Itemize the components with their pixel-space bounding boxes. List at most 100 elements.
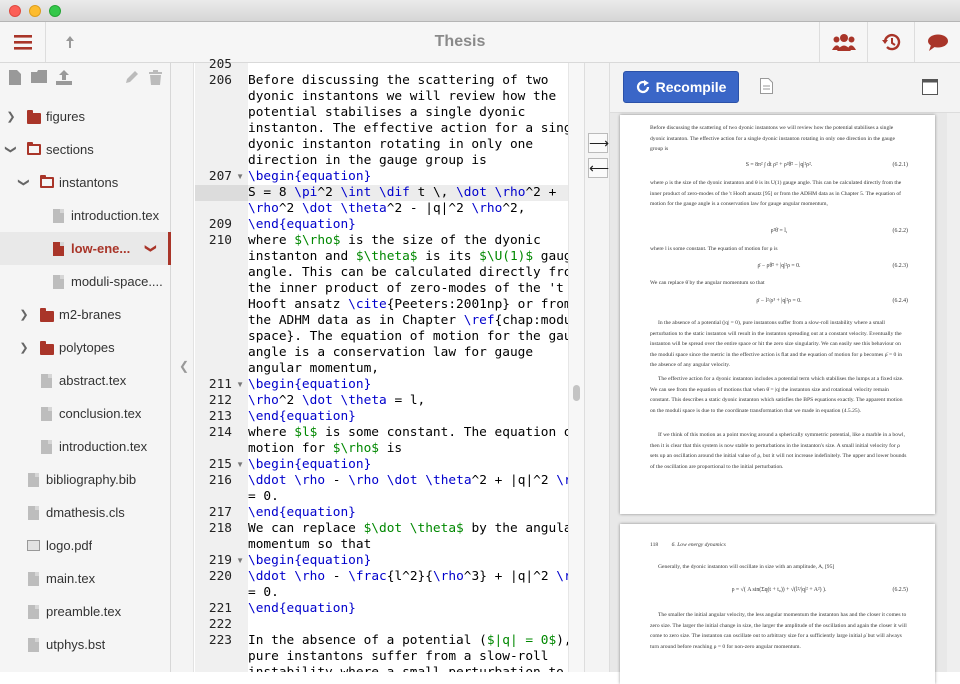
- chevron-down-icon[interactable]: ❯: [145, 244, 158, 254]
- sync-to-code-button[interactable]: ⟵: [588, 158, 609, 178]
- code-line[interactable]: \rho^2 \dot \theta = l,: [248, 393, 425, 409]
- sync-to-pdf-button[interactable]: ⟶: [588, 133, 609, 153]
- pdf-page: 118 6. Low energy dynamics Generally, th…: [620, 524, 935, 684]
- zoom-window-button[interactable]: [49, 5, 61, 17]
- fold-toggle-icon[interactable]: ▼: [236, 553, 244, 569]
- code-area[interactable]: Before discussing the scattering of two d…: [248, 63, 568, 672]
- pdf-paragraph: where ρ is the size of the dyonic instan…: [650, 180, 902, 207]
- scrollbar-thumb[interactable]: [573, 385, 580, 401]
- preview-scrollbar[interactable]: [947, 113, 960, 672]
- code-line[interactable]: = 0.: [248, 585, 279, 601]
- code-line[interactable]: In the absence of a potential ($|q| = 0$…: [248, 633, 568, 649]
- expand-preview-icon[interactable]: [922, 79, 938, 100]
- tree-folder-instantons[interactable]: ❯ instantons: [0, 166, 171, 199]
- pdf-equation: ρ̈ − l²/ρ³ + |q|²ρ = 0. (6.2.4): [650, 296, 908, 310]
- code-line[interactable]: direction in the gauge group is: [248, 153, 487, 169]
- line-number: 215: [208, 457, 232, 472]
- upload-icon[interactable]: [56, 70, 72, 89]
- code-line[interactable]: We can replace $\dot \theta$ by the angu…: [248, 521, 568, 537]
- code-line[interactable]: dyonic instantons we will review how the: [248, 89, 556, 105]
- toolbar: Thesis: [0, 22, 960, 63]
- code-line[interactable]: \begin{equation}: [248, 169, 371, 185]
- fold-toggle-icon[interactable]: ▼: [236, 169, 244, 185]
- tree-file-logo[interactable]: logo.pdf: [0, 529, 171, 562]
- tree-file-bibliography[interactable]: bibliography.bib: [0, 463, 171, 496]
- code-line[interactable]: where $l$ is some constant. The equation…: [248, 425, 568, 441]
- close-window-button[interactable]: [9, 5, 21, 17]
- tree-folder-sections[interactable]: ❯ sections: [0, 133, 171, 166]
- code-line[interactable]: space}. The equation of motion for the g…: [248, 329, 568, 345]
- code-line[interactable]: motion for $\rho$ is: [248, 441, 402, 457]
- tree-file-main[interactable]: main.tex: [0, 562, 171, 595]
- code-line[interactable]: angle. This can be calculated directly f…: [248, 265, 568, 281]
- history-button[interactable]: [868, 22, 914, 62]
- tree-item-label: main.tex: [46, 571, 96, 586]
- code-line[interactable]: instability where a small perturbation t…: [248, 665, 564, 672]
- code-line[interactable]: where $\rho$ is the size of the dyonic: [248, 233, 541, 249]
- code-line[interactable]: dyonic instanton rotating in only one: [248, 137, 533, 153]
- code-line[interactable]: \begin{equation}: [248, 377, 371, 393]
- code-line[interactable]: \end{equation}: [248, 409, 356, 425]
- tree-item-label: sections: [46, 142, 94, 157]
- pdf-paragraph: The effective action for a dyonic instan…: [650, 376, 904, 414]
- collapse-file-tree-handle[interactable]: ❮: [171, 63, 194, 672]
- code-line[interactable]: \end{equation}: [248, 217, 356, 233]
- tree-file-dmathesis[interactable]: dmathesis.cls: [0, 496, 171, 529]
- tree-file-introduction[interactable]: introduction.tex: [0, 199, 171, 232]
- code-line[interactable]: angular momentum,: [248, 361, 379, 377]
- tree-file-abstract[interactable]: abstract.tex: [0, 364, 171, 397]
- folder-icon: [40, 341, 54, 355]
- tree-file-preamble[interactable]: preamble.tex: [0, 595, 171, 628]
- code-line[interactable]: angle is a conservation law for gauge: [248, 345, 533, 361]
- active-line-gutter: [195, 185, 248, 201]
- new-file-icon[interactable]: [9, 70, 21, 89]
- chevron-left-icon[interactable]: ❮: [179, 359, 189, 373]
- code-line[interactable]: \begin{equation}: [248, 553, 371, 569]
- tree-file-moduli-space[interactable]: moduli-space....: [0, 265, 171, 298]
- code-line[interactable]: instanton and $\theta$ is its $\U(1)$ ga…: [248, 249, 568, 265]
- rename-icon[interactable]: [125, 70, 139, 88]
- recompile-button[interactable]: Recompile: [623, 71, 739, 103]
- code-line[interactable]: \end{equation}: [248, 601, 356, 617]
- pdf-paragraph: Generally, the dyonic instanton will osc…: [658, 564, 835, 570]
- tree-folder-polytopes[interactable]: ❯ polytopes: [0, 331, 171, 364]
- chevron-right-icon[interactable]: ❯: [19, 308, 29, 321]
- code-line[interactable]: \begin{equation}: [248, 457, 371, 473]
- code-line[interactable]: instanton. The effective action for a si…: [248, 121, 568, 137]
- toolbar-divider: [45, 22, 46, 62]
- chevron-right-icon[interactable]: ❯: [19, 341, 29, 354]
- tree-folder-figures[interactable]: ❯ figures: [0, 100, 171, 133]
- tree-folder-m2-branes[interactable]: ❯ m2-branes: [0, 298, 171, 331]
- fold-toggle-icon[interactable]: ▼: [236, 377, 244, 393]
- code-line[interactable]: potential stabilises a single dyonic: [248, 105, 525, 121]
- code-line[interactable]: \end{equation}: [248, 505, 356, 521]
- up-button[interactable]: [55, 22, 85, 62]
- delete-icon[interactable]: [149, 70, 162, 89]
- menu-button[interactable]: [0, 22, 45, 62]
- tree-file-low-energy[interactable]: low-ene... ❯: [0, 232, 171, 265]
- chevron-down-icon[interactable]: ❯: [18, 178, 31, 188]
- code-line[interactable]: Before discussing the scattering of two: [248, 73, 548, 89]
- logs-icon[interactable]: [760, 78, 773, 99]
- share-button[interactable]: [820, 22, 867, 62]
- code-line[interactable]: \ddot \rho - \frac{l^2}{\rho^3} + |q|^2 …: [248, 569, 568, 585]
- code-line[interactable]: momentum so that: [248, 537, 371, 553]
- fold-toggle-icon[interactable]: ▼: [236, 457, 244, 473]
- chat-button[interactable]: [915, 22, 960, 62]
- code-line[interactable]: pure instantons suffer from a slow-roll: [248, 649, 548, 665]
- code-line[interactable]: \ddot \rho - \rho \dot \theta^2 + |q|^2 …: [248, 473, 568, 489]
- new-folder-icon[interactable]: [31, 70, 47, 87]
- code-line[interactable]: the ADHM data as in Chapter \ref{chap:mo…: [248, 313, 568, 329]
- chevron-down-icon[interactable]: ❯: [5, 145, 18, 155]
- chevron-right-icon[interactable]: ❯: [6, 110, 16, 123]
- editor-scrollbar[interactable]: [568, 63, 584, 672]
- code-line[interactable]: S = 8 \pi^2 \int \dif t \, \dot \rho^2 +: [248, 185, 556, 201]
- tree-file-introduction-2[interactable]: introduction.tex: [0, 430, 171, 463]
- code-line[interactable]: \rho^2 \dot \theta^2 - |q|^2 \rho^2,: [248, 201, 525, 217]
- tree-file-conclusion[interactable]: conclusion.tex: [0, 397, 171, 430]
- code-line[interactable]: = 0.: [248, 489, 279, 505]
- tree-file-utphys[interactable]: utphys.bst: [0, 628, 171, 661]
- code-line[interactable]: Hooft ansatz \cite{Peeters:2001np} or fr…: [248, 297, 568, 313]
- code-line[interactable]: the inner product of zero-modes of the '…: [248, 281, 564, 297]
- minimize-window-button[interactable]: [29, 5, 41, 17]
